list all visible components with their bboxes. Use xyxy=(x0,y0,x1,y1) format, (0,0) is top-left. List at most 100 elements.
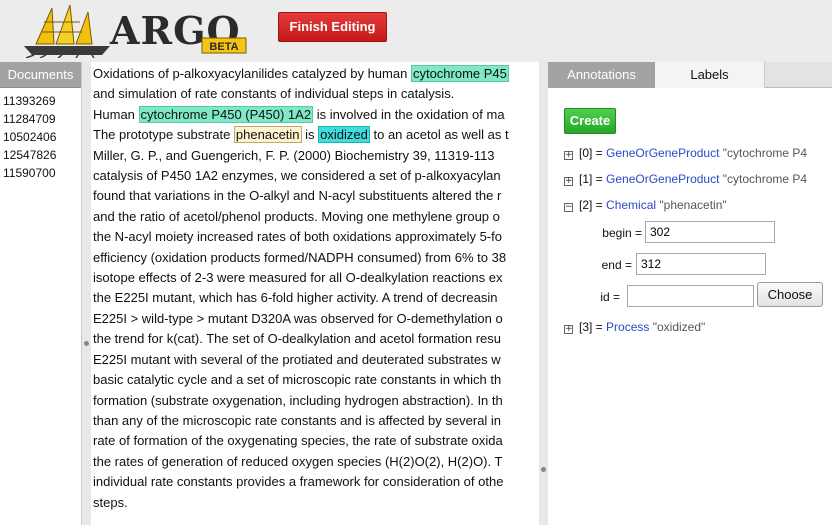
text-segment: than any of the microscopic rate constan… xyxy=(93,412,502,428)
text-segment: steps. xyxy=(93,494,128,510)
right-splitter[interactable] xyxy=(539,62,548,525)
text-line: basic catalytic cycle and a set of micro… xyxy=(93,370,539,390)
text-segment: basic catalytic cycle and a set of micro… xyxy=(93,372,502,388)
app-header: ARGO BETA Finish Editing xyxy=(0,0,832,62)
text-segment: Oxidations of p-alkoxyacylanilides catal… xyxy=(93,66,411,81)
documents-header: Documents xyxy=(0,62,81,88)
id-field[interactable] xyxy=(627,285,754,307)
text-line: isotope effects of 2-3 were measured for… xyxy=(93,268,539,288)
collapse-icon[interactable]: − xyxy=(564,203,573,212)
text-line: the N-acyl moiety increased rates of bot… xyxy=(93,227,539,247)
documents-panel: Documents 11393269 11284709 10502406 125… xyxy=(0,62,82,525)
text-line: individual rate constants provides a fra… xyxy=(93,472,539,492)
chemical-annotation-highlight[interactable]: phenacetin xyxy=(233,126,302,144)
logo-badge: BETA xyxy=(209,41,238,53)
gene-annotation-highlight[interactable]: cytochrome P450 (P450) 1A2 xyxy=(138,105,314,123)
id-label: id = xyxy=(600,290,620,304)
process-annotation-highlight[interactable]: oxidized xyxy=(318,126,370,144)
text-segment: E225I mutant with several of the protiat… xyxy=(93,351,501,367)
annotation-value: "cytochrome P4 xyxy=(722,146,808,160)
text-line: the rates of generation of reduced oxyge… xyxy=(93,452,539,472)
annotation-item: + [1] = GeneOrGeneProduct "cytochrome P4 xyxy=(564,170,826,188)
text-segment: catalysis of P450 1A2 enzymes, we consid… xyxy=(93,168,501,184)
text-segment: rate of formation of the oxygenating spe… xyxy=(93,433,503,449)
document-item[interactable]: 12547826 xyxy=(0,146,81,164)
text-line: Oxidations of p-alkoxyacylanilides catal… xyxy=(93,64,539,84)
text-line: catalysis of P450 1A2 enzymes, we consid… xyxy=(93,166,539,186)
text-line: and the ratio of acetol/phenol products.… xyxy=(93,207,539,227)
annotation-type-link[interactable]: Chemical xyxy=(606,198,656,212)
annotations-panel: Annotations Labels Create + [0] = GeneOrG… xyxy=(548,62,832,525)
text-segment: the rates of generation of reduced oxyge… xyxy=(93,453,503,469)
splitter-handle[interactable] xyxy=(84,341,89,346)
splitter-handle[interactable] xyxy=(541,467,546,472)
text-segment: is xyxy=(301,127,319,143)
tab-labels[interactable]: Labels xyxy=(655,62,765,88)
expand-icon[interactable]: + xyxy=(564,151,573,160)
text-line: and simulation of rate constants of indi… xyxy=(93,84,539,104)
end-field[interactable] xyxy=(636,253,766,275)
text-line: E225I > wild-type > mutant D320A was obs… xyxy=(93,309,539,329)
text-line: steps. xyxy=(93,493,539,513)
document-item[interactable]: 11284709 xyxy=(0,110,81,128)
text-line: than any of the microscopic rate constan… xyxy=(93,411,539,431)
document-item[interactable]: 11393269 xyxy=(0,92,81,110)
text-segment: efficiency (oxidation products formed/NA… xyxy=(93,249,507,265)
gene-annotation-highlight[interactable]: cytochrome P45 xyxy=(410,65,509,82)
text-line: the trend for k(cat). The set of O-dealk… xyxy=(93,329,539,349)
text-line: formation (substrate oxygenation, includ… xyxy=(93,391,539,411)
create-annotation-button[interactable]: Create xyxy=(564,108,616,134)
finish-editing-button[interactable]: Finish Editing xyxy=(278,12,387,42)
annotation-item: + [0] = GeneOrGeneProduct "cytochrome P4 xyxy=(564,144,826,162)
documents-list: 11393269 11284709 10502406 12547826 1159… xyxy=(0,88,81,182)
text-segment: the E225I mutant, which has 6-fold highe… xyxy=(93,290,498,306)
left-splitter[interactable] xyxy=(82,62,91,525)
text-line: the E225I mutant, which has 6-fold highe… xyxy=(93,288,539,308)
abstract-text: Oxidations of p-alkoxyacylanilides catal… xyxy=(91,62,539,513)
annotation-value: "phenacetin" xyxy=(659,198,727,212)
text-segment: individual rate constants provides a fra… xyxy=(93,474,504,490)
text-line: Miller, G. P., and Guengerich, F. P. (20… xyxy=(93,146,539,166)
annotation-type-link[interactable]: Process xyxy=(606,320,649,334)
begin-label: begin = xyxy=(602,226,642,240)
text-segment: and simulation of rate constants of indi… xyxy=(93,86,455,102)
annotation-value: "cytochrome P4 xyxy=(722,172,808,186)
text-line: found that variations in the O-alkyl and… xyxy=(93,186,539,206)
text-segment: and the ratio of acetol/phenol products.… xyxy=(93,208,500,224)
text-segment: The prototype substrate xyxy=(93,127,234,143)
annotation-tabs: Annotations Labels xyxy=(548,62,832,88)
expand-icon[interactable]: + xyxy=(564,177,573,186)
annotation-type-link[interactable]: GeneOrGeneProduct xyxy=(606,172,719,186)
text-line: The prototype substrate phenacetin is ox… xyxy=(93,125,539,145)
choose-button[interactable]: Choose xyxy=(757,282,823,307)
text-segment: to an acetol as well as t xyxy=(369,127,509,143)
text-line: efficiency (oxidation products formed/NA… xyxy=(93,248,539,268)
begin-field[interactable] xyxy=(645,221,775,243)
document-item[interactable]: 10502406 xyxy=(0,128,81,146)
annotation-item: − [2] = Chemical "phenacetin" xyxy=(564,196,826,214)
annotation-index: [0] = xyxy=(579,146,603,160)
text-line: Human cytochrome P450 (P450) 1A2 is invo… xyxy=(93,105,539,125)
text-segment: E225I > wild-type > mutant D320A was obs… xyxy=(93,310,503,326)
tab-annotations[interactable]: Annotations xyxy=(548,62,655,88)
text-segment: Human xyxy=(93,106,139,122)
text-segment: isotope effects of 2-3 were measured for… xyxy=(93,270,503,286)
text-segment: the N-acyl moiety increased rates of bot… xyxy=(93,229,502,245)
document-item[interactable]: 11590700 xyxy=(0,164,81,182)
text-line: E225I mutant with several of the protiat… xyxy=(93,350,539,370)
annotation-index: [2] = xyxy=(579,198,603,212)
annotation-index: [3] = xyxy=(579,320,603,334)
annotation-value: "oxidized" xyxy=(652,320,706,334)
text-segment: the trend for k(cat). The set of O-dealk… xyxy=(93,331,502,347)
text-segment: Miller, G. P., and Guengerich, F. P. (20… xyxy=(93,147,495,163)
annotation-index: [1] = xyxy=(579,172,603,186)
text-segment: found that variations in the O-alkyl and… xyxy=(93,188,502,204)
annotation-item: + [3] = Process "oxidized" xyxy=(564,318,826,336)
expand-icon[interactable]: + xyxy=(564,325,573,334)
document-text-view[interactable]: Oxidations of p-alkoxyacylanilides catal… xyxy=(91,62,539,525)
end-label: end = xyxy=(601,258,632,272)
text-segment: is involved in the oxidation of ma xyxy=(313,106,505,122)
text-segment: formation (substrate oxygenation, includ… xyxy=(93,392,503,408)
text-line: rate of formation of the oxygenating spe… xyxy=(93,431,539,451)
annotation-type-link[interactable]: GeneOrGeneProduct xyxy=(606,146,719,160)
